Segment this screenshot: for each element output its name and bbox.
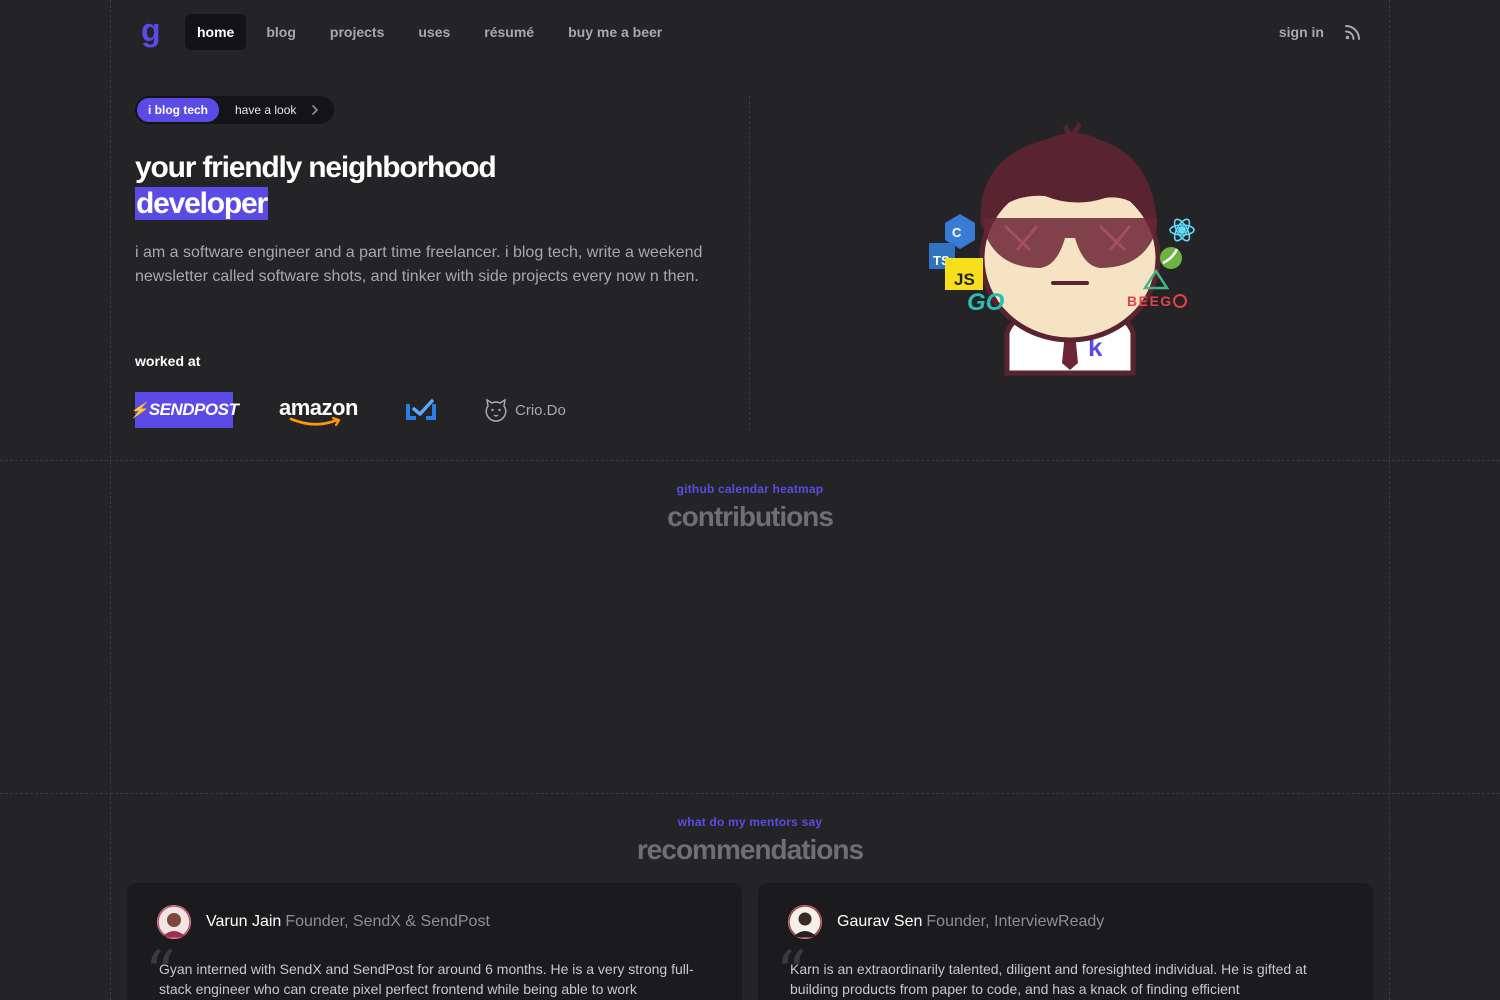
amazon-smile-icon (289, 416, 341, 427)
hero-title-line1: your friendly neighborhood (135, 151, 497, 184)
crio-bear-icon (485, 398, 507, 422)
recommendation-card: Gaurav Sen Founder, InterviewReady “ Karn… (758, 883, 1373, 1000)
avatar (157, 905, 191, 939)
card-header: Varun Jain Founder, SendX & SendPost (157, 905, 490, 939)
section-divider (0, 460, 1500, 461)
rss-icon[interactable] (1344, 23, 1362, 41)
nav-link-uses[interactable]: uses (404, 14, 464, 50)
worked-at-label: worked at (135, 353, 201, 369)
hero-title-highlight: developer (135, 187, 268, 220)
svg-text:GO: GO (967, 289, 1005, 316)
card-author-role: Founder, SendX & SendPost (285, 913, 490, 930)
nav-links: home blog projects uses résumé buy me a … (185, 14, 676, 50)
nav-link-buy-me-a-beer[interactable]: buy me a beer (554, 14, 676, 50)
criodo-logo[interactable]: Crio.Do (483, 397, 566, 423)
sendpost-logo-text: SENDPOST (148, 400, 239, 419)
card-author-name: Gaurav Sen (837, 913, 923, 930)
hero-divider (749, 96, 750, 430)
blog-pill-link[interactable]: i blog tech have a look (135, 96, 335, 124)
pill-text: have a look (235, 103, 297, 117)
card-author-name: Varun Jain (206, 913, 282, 930)
site-logo[interactable]: g (141, 12, 183, 48)
recommendation-card: Varun Jain Founder, SendX & SendPost “ Gy… (127, 883, 742, 1000)
card-quote-text: Gyan interned with SendX and SendPost fo… (159, 961, 694, 997)
avatar (788, 905, 822, 939)
company-logos: ⚡ SENDPOST amazon Crio.Do (130, 392, 566, 428)
developer-avatar-illustration: k C TS JS GO BEEG (929, 122, 1195, 376)
amazon-logo[interactable]: amazon (279, 392, 361, 428)
chevron-right-icon (312, 105, 319, 115)
hero-intro: i am a software engineer and a part time… (135, 244, 703, 285)
card-author-role: Founder, InterviewReady (926, 913, 1105, 930)
svg-text:C: C (952, 225, 962, 240)
pill-tag: i blog tech (137, 98, 219, 122)
sign-in-link[interactable]: sign in (1279, 24, 1324, 40)
nav-link-resume[interactable]: résumé (470, 14, 548, 50)
criodo-logo-text: Crio.Do (515, 401, 566, 419)
nav-link-blog[interactable]: blog (252, 14, 310, 50)
contributions-title: contributions (667, 501, 834, 532)
card-header: Gaurav Sen Founder, InterviewReady (788, 905, 1104, 939)
interviewready-logo-icon[interactable] (405, 396, 437, 424)
top-nav: g home blog projects uses résumé buy me … (135, 12, 1365, 50)
svg-text:BEEG: BEEG (1127, 293, 1173, 309)
recommendations-eyebrow: what do my mentors say (677, 815, 823, 829)
nav-link-projects[interactable]: projects (316, 14, 398, 50)
hero-title: your friendly neighborhood developer (135, 150, 497, 222)
contributions-eyebrow: github calendar heatmap (676, 482, 824, 496)
nav-link-home[interactable]: home (185, 14, 247, 50)
recommendations-title: recommendations (636, 834, 864, 865)
sendpost-logo[interactable]: ⚡ SENDPOST (130, 392, 239, 428)
svg-text:JS: JS (954, 270, 975, 289)
section-divider (0, 793, 1500, 794)
card-quote-text: Karn is an extraordinarily talented, dil… (790, 961, 1307, 997)
nav-right: sign in (1279, 23, 1365, 41)
